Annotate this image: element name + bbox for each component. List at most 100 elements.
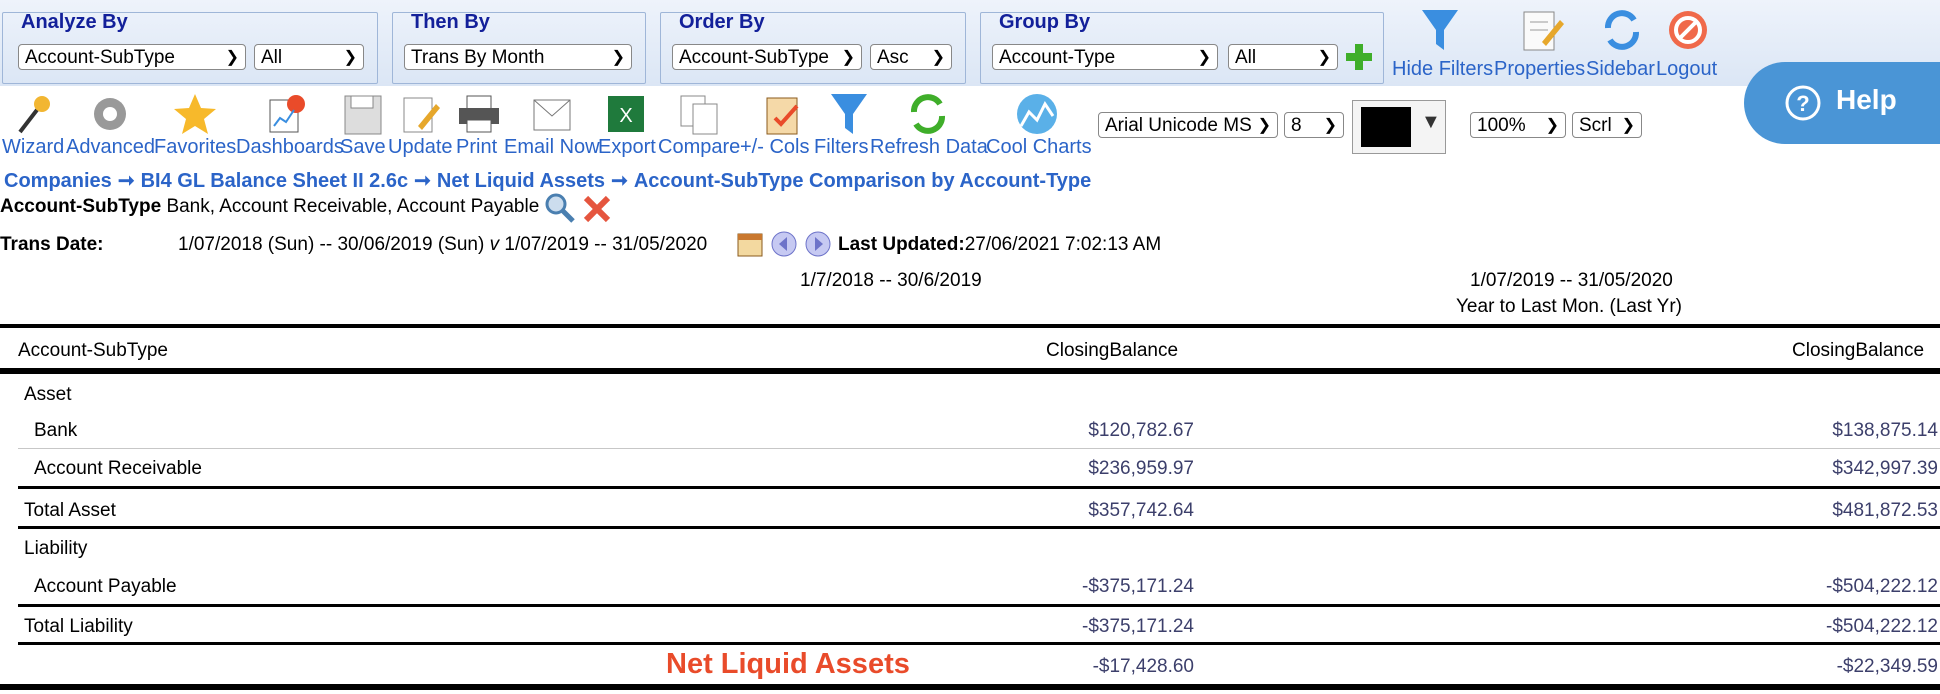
row-divider <box>18 448 1940 449</box>
group-asset: Asset <box>24 384 72 405</box>
table-top-rule <box>0 324 1940 328</box>
advanced-button[interactable]: Advanced <box>66 92 155 164</box>
chart-icon <box>1017 94 1057 134</box>
gear-icon <box>94 98 126 130</box>
svg-text:X: X <box>619 105 632 127</box>
total-rule <box>18 642 1940 645</box>
compare-button[interactable]: Compare <box>658 92 740 164</box>
row-label: Total Asset <box>24 500 116 521</box>
row-value-1[interactable]: -$17,428.60 <box>1000 656 1194 678</box>
row-value-2[interactable]: -$22,349.59 <box>1740 656 1938 678</box>
breadcrumb: Companies ➞ BI4 GL Balance Sheet II 2.6c ➞ N… <box>4 168 1091 193</box>
arrow-right-icon: ➞ <box>414 170 431 192</box>
no-entry-icon <box>1669 11 1707 49</box>
cool-charts-button[interactable]: Cool Charts <box>986 92 1092 164</box>
chevron-down-icon: ❯ <box>343 49 357 66</box>
analyze-by-select[interactable]: Account-SubType ❯ <box>18 44 246 70</box>
funnel-icon <box>831 94 867 134</box>
column-header-subtype: Account-SubType <box>18 340 168 361</box>
group-liability: Liability <box>24 538 88 559</box>
chevron-down-icon: ❯ <box>225 49 239 66</box>
crumb-net-liquid[interactable]: Net Liquid Assets <box>437 170 605 192</box>
clear-filter-icon[interactable] <box>582 194 612 224</box>
caret-down-icon: ▼ <box>1421 111 1441 133</box>
printer-icon <box>459 95 499 133</box>
row-value-2[interactable]: $342,997.39 <box>1740 458 1938 480</box>
question-icon: ? <box>1785 85 1821 121</box>
chevron-down-icon: ❯ <box>931 49 945 66</box>
email-icon <box>533 99 571 131</box>
analyze-by-legend: Analyze By <box>21 11 128 33</box>
row-label: Account Payable <box>34 576 177 597</box>
row-value-1[interactable]: $236,959.97 <box>1000 458 1194 480</box>
row-value-1[interactable]: -$375,171.24 <box>1000 616 1194 638</box>
row-value-2[interactable]: $481,872.53 <box>1740 500 1938 522</box>
last-updated: Last Updated:27/06/2021 7:02:13 AM <box>838 234 1162 255</box>
font-select[interactable]: Arial Unicode MS ❯ <box>1098 112 1278 138</box>
help-button[interactable]: ? Help <box>1744 62 1940 144</box>
then-by-legend: Then By <box>411 11 490 33</box>
scroll-select[interactable]: Scrl ❯ <box>1572 112 1642 138</box>
chevron-down-icon: ❯ <box>1197 49 1211 66</box>
search-icon[interactable] <box>544 192 576 224</box>
order-dir-select[interactable]: Asc ❯ <box>870 44 952 70</box>
group-by-sub-select[interactable]: All ❯ <box>1228 44 1338 70</box>
crumb-current[interactable]: Account-SubType Comparison by Account-Ty… <box>634 170 1091 192</box>
subtotal-rule <box>18 486 1940 489</box>
group-by-select[interactable]: Account-Type ❯ <box>992 44 1218 70</box>
chevron-down-icon: ❯ <box>1257 117 1271 134</box>
excel-icon: X <box>608 96 644 132</box>
favorites-button[interactable]: Favorites <box>154 92 236 164</box>
font-size-select[interactable]: 8 ❯ <box>1284 112 1344 138</box>
order-by-legend: Order By <box>679 11 765 33</box>
group-rule <box>18 526 1940 529</box>
subtotal-rule <box>18 604 1940 607</box>
row-value-1[interactable]: $120,782.67 <box>1000 420 1194 442</box>
period-2-header: 1/07/2019 -- 31/05/2020 <box>1470 270 1673 291</box>
row-value-2[interactable]: $138,875.14 <box>1740 420 1938 442</box>
calendar-icon[interactable] <box>736 230 764 258</box>
period-2-subheader: Year to Last Mon. (Last Yr) <box>1456 296 1683 317</box>
export-button[interactable]: X Export <box>598 92 656 164</box>
email-now-button[interactable]: Email Now <box>504 92 600 164</box>
wand-icon <box>18 96 50 134</box>
refresh-data-button[interactable]: Refresh Data <box>870 92 988 164</box>
then-by-select[interactable]: Trans By Month ❯ <box>404 44 632 70</box>
row-value-2[interactable]: -$504,222.12 <box>1740 576 1938 598</box>
chevron-down-icon: ❯ <box>1545 117 1559 134</box>
edit-icon <box>403 97 440 133</box>
refresh-icon <box>911 94 945 134</box>
edit-document-icon <box>1523 11 1564 51</box>
color-picker[interactable]: ▼ <box>1352 100 1446 154</box>
color-swatch <box>1361 107 1411 147</box>
svg-text:?: ? <box>1796 91 1809 116</box>
order-by-select[interactable]: Account-SubType ❯ <box>672 44 862 70</box>
funnel-icon <box>1422 10 1458 50</box>
update-button[interactable]: Update <box>388 92 453 164</box>
analyze-by-sub-select[interactable]: All ❯ <box>254 44 364 70</box>
add-group-icon[interactable] <box>1344 42 1374 72</box>
clipboard-icon <box>766 97 799 135</box>
net-liquid-assets-label: Net Liquid Assets <box>666 648 910 680</box>
next-period-icon[interactable] <box>804 230 832 258</box>
chevron-down-icon: ❯ <box>1317 49 1331 66</box>
dashboard-icon <box>269 95 305 133</box>
dashboards-button[interactable]: Dashboards <box>236 92 344 164</box>
row-value-2[interactable]: -$504,222.12 <box>1740 616 1938 638</box>
row-value-1[interactable]: $357,742.64 <box>1000 500 1194 522</box>
period-1-header: 1/7/2018 -- 30/6/2019 <box>800 270 982 291</box>
previous-period-icon[interactable] <box>770 230 798 258</box>
print-button[interactable]: Print <box>456 92 502 164</box>
group-by-legend: Group By <box>999 11 1091 33</box>
filter-summary: Account-SubType Bank, Account Receivable… <box>0 196 540 217</box>
save-button[interactable]: Save <box>340 92 386 164</box>
table-bottom-rule <box>0 684 1940 690</box>
chevron-down-icon: ❯ <box>1621 117 1635 134</box>
crumb-companies[interactable]: Companies <box>4 170 112 192</box>
wizard-button[interactable]: Wizard <box>2 92 64 164</box>
row-value-1[interactable]: -$375,171.24 <box>1000 576 1194 598</box>
filter-bar: Analyze By Account-SubType ❯ All ❯ Then By… <box>0 0 1940 86</box>
zoom-select[interactable]: 100% ❯ <box>1470 112 1566 138</box>
crumb-report[interactable]: BI4 GL Balance Sheet II 2.6c <box>141 170 409 192</box>
trans-date-range: 1/07/2018 (Sun) -- 30/06/2019 (Sun) v 1/… <box>178 234 708 255</box>
